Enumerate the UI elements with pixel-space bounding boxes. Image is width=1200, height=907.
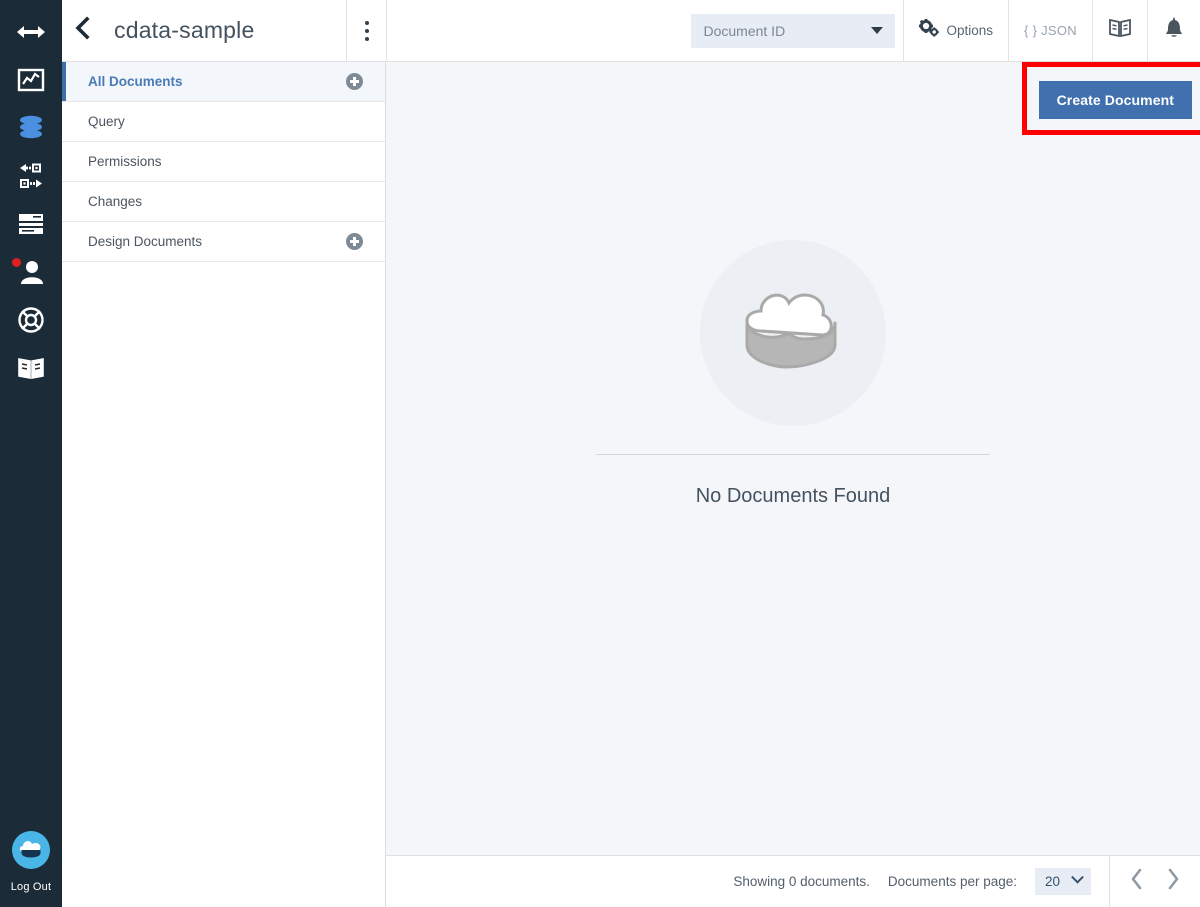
- chevron-left-icon: [74, 16, 92, 45]
- plus-circle-icon: [346, 233, 363, 250]
- couchdb-cloud-icon: [731, 279, 855, 388]
- documents-content: Create Document No Documents Found Showi…: [386, 62, 1200, 907]
- top-toolbar: cdata-sample Document ID Options {} JSO…: [62, 0, 1200, 62]
- body-region: All Documents Query Permissions Changes …: [62, 62, 1200, 907]
- previous-page-button[interactable]: [1130, 868, 1144, 895]
- sidebar-item-query[interactable]: Query: [62, 102, 385, 142]
- replication-arrows-icon: [16, 161, 46, 191]
- caret-down-icon: [871, 27, 884, 34]
- options-button[interactable]: Options: [903, 0, 1008, 61]
- rail-item-support[interactable]: [0, 296, 62, 344]
- gears-icon: [919, 19, 940, 42]
- sidebar-item-label: Design Documents: [88, 234, 203, 249]
- plus-circle-icon: [346, 73, 363, 90]
- next-page-button[interactable]: [1166, 868, 1180, 895]
- rail-item-active-tasks[interactable]: [0, 248, 62, 296]
- rail-item-documentation[interactable]: [0, 344, 62, 392]
- footer-controls: Showing 0 documents. Documents per page:…: [733, 868, 1109, 895]
- notification-dot: [12, 258, 21, 267]
- toggle-rail[interactable]: [0, 8, 62, 56]
- sidebar-item-permissions[interactable]: Permissions: [62, 142, 385, 182]
- database-stack-icon: [16, 114, 46, 142]
- rail-item-databases[interactable]: [0, 104, 62, 152]
- back-button[interactable]: [62, 0, 104, 61]
- left-icon-rail: Log Out: [0, 0, 62, 907]
- main-column: cdata-sample Document ID Options {} JSO…: [62, 0, 1200, 907]
- chevron-right-icon: [1166, 868, 1180, 895]
- sidebar-item-all-documents[interactable]: All Documents: [62, 62, 385, 102]
- chart-metrics-icon: [17, 66, 45, 94]
- pagination-controls: [1109, 855, 1200, 907]
- per-page-select[interactable]: 20: [1035, 868, 1091, 895]
- showing-count-label: Showing 0 documents.: [733, 874, 870, 889]
- json-button[interactable]: { } JSON: [1008, 0, 1092, 61]
- document-id-value: Document ID: [703, 22, 786, 39]
- empty-state-icon-circle: [700, 240, 886, 426]
- document-id-select[interactable]: Document ID: [691, 13, 896, 48]
- bell-icon: [1163, 16, 1185, 45]
- documentation-button[interactable]: [1092, 0, 1147, 61]
- page-title: cdata-sample: [114, 17, 255, 43]
- user-badge-icon: [18, 259, 44, 285]
- vertical-dots-icon: [364, 19, 369, 43]
- sidebar-item-label: Permissions: [88, 154, 162, 169]
- rail-icon-list: [0, 0, 62, 392]
- rail-footer: Log Out: [0, 831, 62, 893]
- server-config-icon: [17, 211, 45, 237]
- sidebar-item-design-documents[interactable]: Design Documents: [62, 222, 385, 262]
- empty-state-text: No Documents Found: [695, 485, 891, 507]
- sidebar-item-label: Query: [88, 114, 125, 129]
- empty-state: No Documents Found: [386, 140, 1200, 855]
- content-header: Create Document: [386, 62, 1200, 140]
- open-book-icon: [17, 355, 45, 381]
- lifesaver-icon: [17, 306, 45, 334]
- couchdb-cloud-avatar-icon: [18, 838, 44, 863]
- logout-button[interactable]: Log Out: [11, 881, 52, 893]
- add-design-document-button[interactable]: [346, 233, 363, 250]
- documents-footer: Showing 0 documents. Documents per page:…: [386, 855, 1200, 907]
- rail-item-metrics[interactable]: [0, 56, 62, 104]
- per-page-label: Documents per page:: [887, 874, 1017, 889]
- database-sidebar: All Documents Query Permissions Changes …: [62, 62, 386, 907]
- empty-state-divider: [596, 454, 990, 455]
- sidebar-item-changes[interactable]: Changes: [62, 182, 385, 222]
- toolbar-spacer: [386, 0, 691, 61]
- fauxton-app: Log Out cdata-sample Document ID Options…: [0, 0, 1200, 907]
- expand-arrows-icon: [16, 24, 46, 40]
- rail-item-setup[interactable]: [0, 200, 62, 248]
- avatar[interactable]: [12, 831, 50, 869]
- sidebar-item-label: All Documents: [88, 74, 183, 89]
- open-book-icon: [1108, 17, 1132, 44]
- notifications-button[interactable]: [1147, 0, 1200, 61]
- per-page-select-wrap: 20: [1035, 868, 1091, 895]
- json-label: { } JSON: [1024, 23, 1077, 38]
- sidebar-item-label: Changes: [88, 194, 143, 209]
- create-document-button[interactable]: Create Document: [1038, 81, 1192, 119]
- chevron-left-icon: [1130, 868, 1144, 895]
- rail-item-replication[interactable]: [0, 152, 62, 200]
- options-label: Options: [946, 23, 994, 38]
- database-menu-button[interactable]: [346, 0, 386, 61]
- add-document-button[interactable]: [346, 73, 363, 90]
